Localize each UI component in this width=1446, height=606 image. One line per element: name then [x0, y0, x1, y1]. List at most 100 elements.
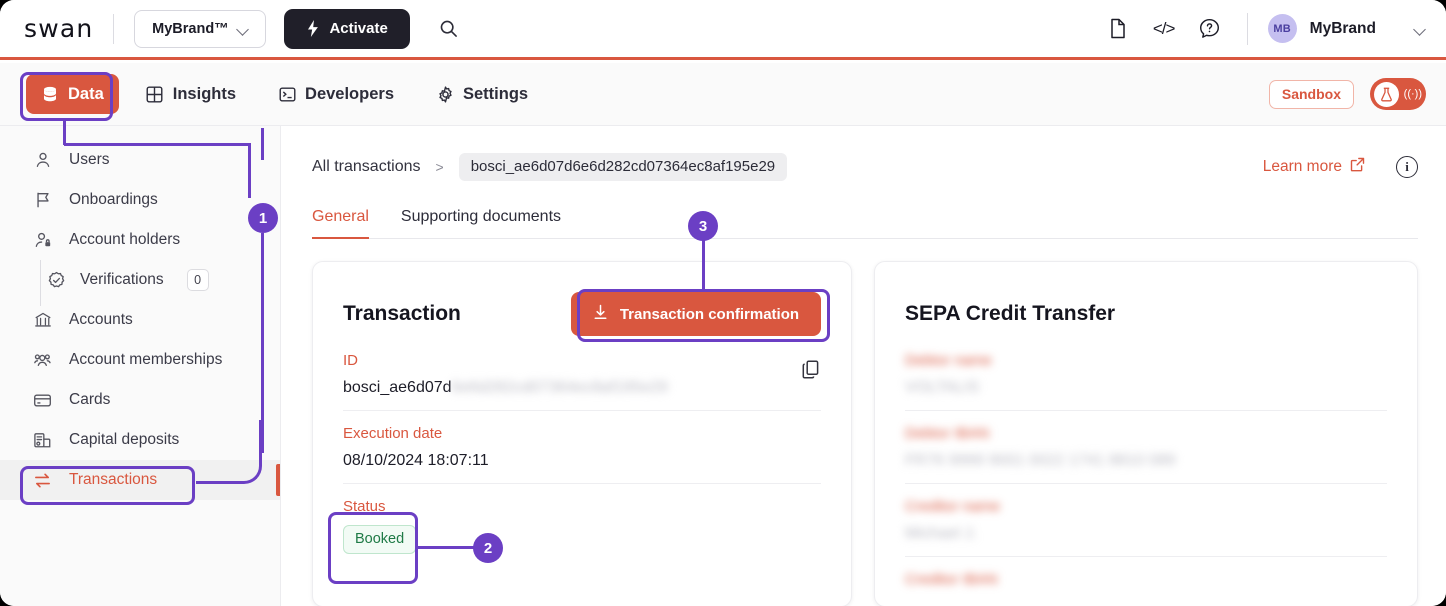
copy-icon[interactable] [802, 360, 819, 379]
card-icon [32, 390, 53, 411]
top-header: swan MyBrand™ Activate </> MB MyBrand [0, 0, 1446, 60]
active-indicator [276, 464, 280, 496]
app-window: swan MyBrand™ Activate </> MB MyBrand Da… [0, 0, 1446, 606]
sidebar-item-accounts[interactable]: Accounts [0, 300, 280, 340]
broadcast-icon: ((·)) [1403, 88, 1422, 100]
sidebar-item-account-holders[interactable]: Account holders [0, 220, 280, 260]
swan-logo: swan [24, 14, 94, 43]
tab-supporting-documents[interactable]: Supporting documents [401, 208, 561, 238]
header-divider [113, 13, 115, 44]
gear-icon [436, 84, 454, 105]
chevron-down-icon [238, 25, 249, 32]
field-label: ID [343, 352, 358, 369]
sandbox-badge: Sandbox [1268, 79, 1354, 109]
document-icon[interactable] [1103, 14, 1133, 44]
grid-icon [146, 84, 164, 105]
sepa-card-header: SEPA Credit Transfer [905, 290, 1387, 338]
database-icon [41, 84, 59, 105]
field-status: Status Booked [343, 484, 821, 567]
learn-more-link[interactable]: Learn more [1263, 157, 1365, 177]
field-value-visible: bosci_ae6d07d [343, 379, 452, 396]
badge-check-icon [46, 270, 67, 291]
sepa-card-title: SEPA Credit Transfer [905, 302, 1116, 325]
learn-more-label: Learn more [1262, 158, 1342, 175]
activate-button-label: Activate [329, 20, 388, 37]
status-badge: Booked [343, 525, 417, 554]
avatar: MB [1267, 14, 1297, 43]
field-execution-date: Execution date 08/10/2024 18:07:11 [343, 411, 822, 484]
field-debtor-name: Debtor name VOLTALIS [905, 338, 1387, 411]
sidebar-item-transactions[interactable]: Transactions [0, 460, 280, 500]
nav-item-insights[interactable]: Insights [131, 74, 251, 114]
field-value: bosci_ae6d07d6e6d282cd07364ec8af195e29 [343, 379, 821, 397]
field-value-masked: 6e6d282cd07364ec8af195e29 [451, 379, 668, 396]
breadcrumb-current-id: bosci_ae6d07d6e6d282cd07364ec8af195e29 [458, 153, 788, 181]
flask-icon [1374, 81, 1399, 107]
user-lock-icon [32, 230, 53, 251]
help-icon[interactable] [1195, 14, 1225, 44]
verifications-count-badge: 0 [186, 269, 209, 291]
bank-icon [32, 310, 53, 331]
field-label: Creditor name [905, 498, 1001, 515]
transaction-card-header: Transaction Transaction confirmation [343, 290, 822, 338]
page-title: Transaction [343, 302, 461, 325]
field-debtor-iban: Debtor IBAN FR76 9999 9001 0022 1741 881… [905, 411, 1387, 484]
field-label: Status [343, 498, 386, 515]
flag-icon [32, 190, 53, 211]
search-icon[interactable] [436, 16, 462, 42]
field-value: VOLTALIS [905, 379, 980, 396]
breadcrumb-separator: > [435, 159, 444, 175]
nav-item-label: Developers [305, 84, 394, 103]
environment-toggle[interactable]: ((·)) [1370, 78, 1426, 110]
sidebar-item-label: Accounts [69, 311, 133, 328]
capital-deposit-icon [32, 430, 53, 451]
sidebar-item-label: Onboardings [69, 191, 158, 208]
sidebar-item-account-memberships[interactable]: Account memberships [0, 340, 280, 380]
sidebar-item-users[interactable]: Users [0, 140, 280, 180]
sidebar-item-capital-deposits[interactable]: Capital deposits [0, 420, 280, 460]
nav-item-developers[interactable]: Developers [263, 74, 409, 114]
user-menu[interactable]: MB MyBrand [1267, 14, 1426, 43]
sidebar-item-cards[interactable]: Cards [0, 380, 280, 420]
field-id: ID bosci_ae6d07d6e6d282cd07364ec8af195e2… [343, 338, 822, 411]
nav-item-settings[interactable]: Settings [421, 74, 543, 114]
nav-item-data[interactable]: Data [26, 74, 119, 114]
sidebar-item-label: Account memberships [69, 351, 223, 368]
breadcrumb-all-transactions[interactable]: All transactions [312, 158, 421, 176]
tab-general[interactable]: General [312, 208, 369, 239]
sidebar: Users Onboardings Account holders Verifi… [0, 126, 281, 606]
sidebar-item-label: Users [69, 151, 110, 168]
cards-row: Transaction Transaction confirmation ID … [312, 261, 1418, 606]
primary-nav: Data Insights Developers Settings Sandbo… [0, 63, 1446, 126]
external-link-icon [1350, 157, 1365, 177]
sidebar-item-onboardings[interactable]: Onboardings [0, 180, 280, 220]
field-creditor-name: Creditor name Michael J. [905, 484, 1387, 557]
code-icon[interactable]: </> [1149, 14, 1179, 44]
brand-selector-label: MyBrand™ [152, 20, 229, 37]
main-content: All transactions > bosci_ae6d07d6e6d282c… [282, 126, 1446, 606]
sidebar-item-verifications[interactable]: Verifications 0 [0, 260, 280, 306]
transaction-card: Transaction Transaction confirmation ID … [312, 261, 853, 606]
sidebar-item-label: Cards [69, 391, 111, 408]
bolt-icon [307, 20, 318, 37]
chevron-down-icon [1415, 25, 1426, 32]
user-icon [32, 150, 53, 171]
sidebar-item-label: Capital deposits [69, 431, 180, 448]
brand-selector[interactable]: MyBrand™ [134, 9, 267, 48]
field-creditor-iban: Creditor IBAN [905, 557, 1387, 606]
field-value: 08/10/2024 18:07:11 [343, 452, 489, 469]
nav-right-group: Sandbox ((·)) [1268, 78, 1426, 110]
field-label: Debtor IBAN [905, 425, 990, 442]
activate-button[interactable]: Activate [284, 8, 410, 49]
download-icon [593, 304, 608, 324]
info-icon[interactable]: i [1396, 156, 1418, 178]
sidebar-item-label: Transactions [69, 471, 158, 488]
field-label: Creditor IBAN [905, 571, 998, 588]
transaction-confirmation-label: Transaction confirmation [619, 305, 800, 323]
sidebar-item-label: Verifications [80, 271, 164, 288]
field-value: Michael J. [905, 525, 978, 542]
field-value: FR76 9999 9001 0022 1741 8810 089 [905, 452, 1176, 469]
user-name: MyBrand [1309, 19, 1376, 37]
transaction-confirmation-button[interactable]: Transaction confirmation [570, 292, 822, 336]
transfer-arrows-icon [32, 470, 53, 491]
